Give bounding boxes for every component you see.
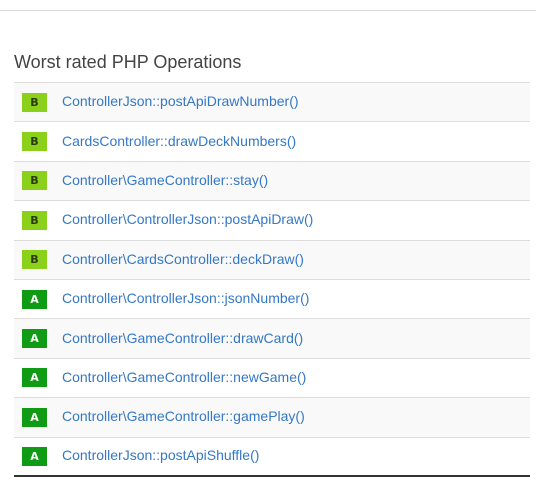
table-row: A Controller\ControllerJson::jsonNumber(…: [14, 278, 530, 319]
page: Worst rated PHP Operations B ControllerJ…: [0, 0, 536, 485]
table-row: B Controller\GameController::stay(): [14, 160, 530, 201]
grade-badge: B: [22, 210, 47, 230]
grade-badge: B: [22, 92, 47, 112]
operation-link[interactable]: Controller\ControllerJson::jsonNumber(): [62, 290, 309, 306]
grade-badge: A: [22, 329, 47, 349]
operation-link[interactable]: Controller\GameController::drawCard(): [62, 330, 303, 346]
grade-badge: A: [22, 368, 47, 388]
table-row: B ControllerJson::postApiDrawNumber(): [14, 81, 530, 122]
table-row: A ControllerJson::postApiShuffle(): [14, 436, 530, 477]
grade-badge: B: [22, 132, 47, 152]
grade-badge: A: [22, 407, 47, 427]
operation-link[interactable]: Controller\GameController::gamePlay(): [62, 408, 305, 424]
grade-badge: A: [22, 289, 47, 309]
operation-link[interactable]: ControllerJson::postApiDrawNumber(): [62, 93, 299, 109]
top-divider: [0, 0, 536, 11]
table-row: A Controller\GameController::gamePlay(): [14, 397, 530, 438]
table-row: B Controller\CardsController::deckDraw(): [14, 239, 530, 280]
operation-link[interactable]: ControllerJson::postApiShuffle(): [62, 447, 259, 463]
table-row: B Controller\ControllerJson::postApiDraw…: [14, 200, 530, 241]
table-row: B CardsController::drawDeckNumbers(): [14, 121, 530, 162]
operation-link[interactable]: Controller\CardsController::deckDraw(): [62, 251, 304, 267]
grade-badge: B: [22, 250, 47, 270]
section-title: Worst rated PHP Operations: [14, 52, 242, 72]
operations-table: B ControllerJson::postApiDrawNumber() B …: [14, 81, 530, 478]
grade-badge: B: [22, 171, 47, 191]
operation-link[interactable]: Controller\GameController::newGame(): [62, 369, 306, 385]
operation-link[interactable]: Controller\ControllerJson::postApiDraw(): [62, 211, 313, 227]
table-row: A Controller\GameController::newGame(): [14, 357, 530, 398]
table-row: A Controller\GameController::drawCard(): [14, 318, 530, 359]
operation-link[interactable]: Controller\GameController::stay(): [62, 172, 268, 188]
operation-link[interactable]: CardsController::drawDeckNumbers(): [62, 133, 296, 149]
grade-badge: A: [22, 446, 47, 466]
